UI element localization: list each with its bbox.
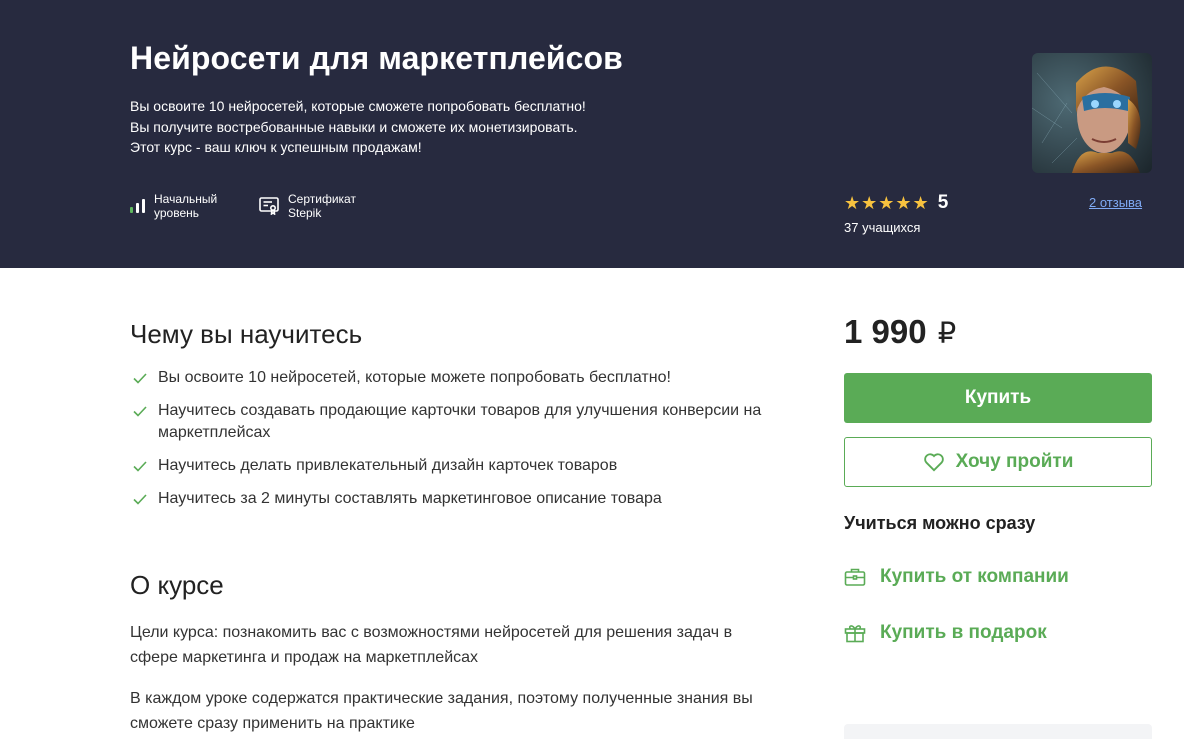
wishlist-button[interactable]: Хочу пройти: [844, 437, 1152, 487]
learn-list-item: Научитесь создавать продающие карточки т…: [130, 400, 790, 444]
start-now-label: Учиться можно сразу: [844, 513, 1036, 533]
level-label: Начальный: [154, 192, 218, 206]
about-paragraph: Цели курса: познакомить вас с возможност…: [130, 624, 733, 666]
summary-line: Вы получите востребованные навыки и смож…: [130, 118, 578, 135]
learn-list-item: Научитесь делать привлекательный дизайн …: [130, 455, 790, 477]
learn-item-text: Научитесь за 2 минуты составлять маркети…: [158, 490, 662, 507]
course-price: 1 990 ₽: [844, 313, 956, 351]
summary-line: Этот курс - ваш ключ к успешным продажам…: [130, 139, 422, 155]
check-icon: [133, 406, 147, 417]
check-icon: [133, 494, 147, 505]
level-bars-icon: [130, 199, 145, 213]
course-title: Нейросети для маркетплейсов: [130, 40, 623, 76]
certificate-icon: [259, 197, 279, 215]
rating-value: 5: [937, 192, 949, 213]
currency-symbol: ₽: [937, 318, 957, 350]
about-section-title: О курсе: [130, 570, 224, 600]
learn-list: Вы освоите 10 нейросетей, которые можете…: [130, 367, 790, 521]
learn-item-text: Вы освоите 10 нейросетей, которые можете…: [158, 369, 671, 386]
gift-icon: [844, 625, 866, 643]
reviews-link[interactable]: 2 отзыва: [1089, 195, 1142, 210]
certificate-info: Сертификат Stepik: [259, 192, 378, 220]
sidebar-card: [844, 724, 1152, 739]
summary-line: Вы освоите 10 нейросетей, которые сможет…: [130, 98, 586, 114]
students-count: 37 учащихся: [844, 220, 921, 235]
learn-list-item: Научитесь за 2 минуты составлять маркети…: [130, 488, 790, 510]
learn-section-title: Чему вы научитесь: [130, 319, 363, 349]
learn-item-text: Научитесь делать привлекательный дизайн …: [158, 457, 618, 474]
briefcase-icon: [844, 568, 866, 586]
level-label: уровень: [154, 206, 200, 220]
check-icon: [133, 373, 147, 384]
certificate-label: Stepik: [288, 206, 322, 220]
learn-list-item: Вы освоите 10 нейросетей, которые можете…: [130, 367, 790, 389]
wishlist-label: Хочу пройти: [955, 451, 1074, 472]
rating-stars-icon: ★★★★★: [844, 192, 930, 213]
buy-for-company-label: Купить от компании: [880, 566, 1069, 587]
buy-button[interactable]: Купить: [844, 373, 1152, 423]
buy-for-company-link[interactable]: Купить от компании: [844, 566, 1069, 588]
about-paragraph: В каждом уроке содержатся практические з…: [130, 690, 753, 732]
buy-as-gift-link[interactable]: Купить в подарок: [844, 622, 1047, 644]
check-icon: [133, 461, 147, 472]
learn-item-text: Научитесь создавать продающие карточки т…: [158, 402, 762, 441]
price-value: 1 990: [844, 313, 927, 350]
course-cover-image: [1032, 53, 1152, 173]
level-info: Начальный уровень: [130, 192, 244, 220]
certificate-label: Сертификат: [288, 192, 356, 206]
course-summary: Вы освоите 10 нейросетей, которые сможет…: [130, 96, 770, 158]
course-rating: ★★★★★ 5: [844, 192, 948, 214]
buy-as-gift-label: Купить в подарок: [880, 622, 1047, 643]
heart-icon: [923, 453, 944, 472]
course-header: Нейросети для маркетплейсов Вы освоите 1…: [0, 0, 1184, 268]
